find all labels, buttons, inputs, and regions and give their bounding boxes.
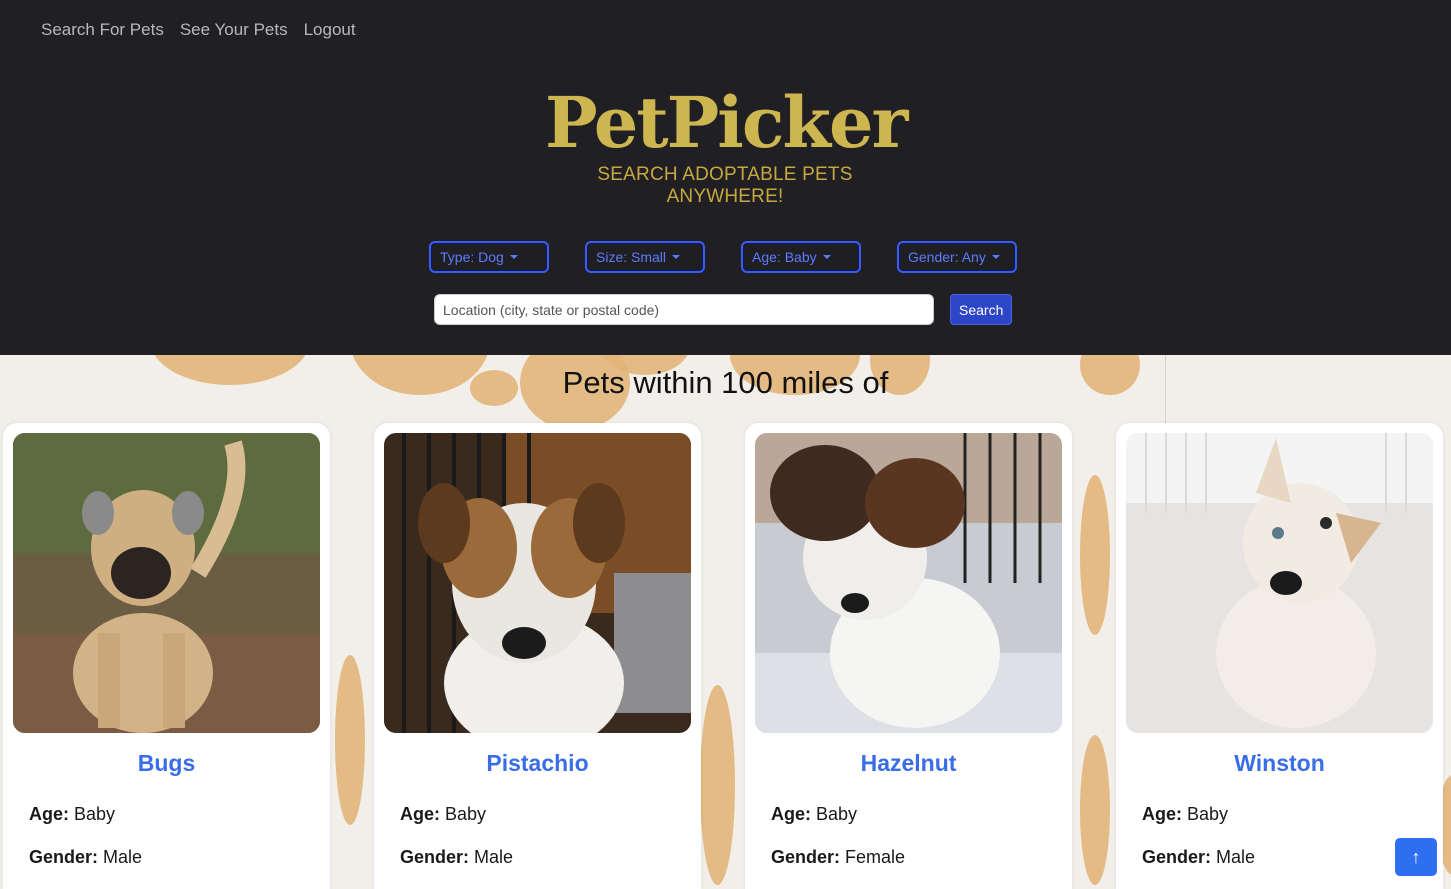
pet-card[interactable]: Hazelnut Age: Baby Gender: Female [745,423,1072,889]
logo-tagline: SEARCH ADOPTABLE PETS ANYWHERE! [597,164,853,207]
type-filter-label: Type: Dog [440,249,504,265]
pet-name-link[interactable]: Winston [1126,750,1433,777]
pet-info: Age: Baby Gender: Male [29,804,320,868]
age-label: Age: [1142,804,1182,824]
size-filter-label: Size: Small [596,249,667,265]
results-title: Pets within 100 miles of [562,365,889,400]
type-filter-dropdown[interactable]: Type: Dog [429,241,549,273]
caret-down-icon [822,255,831,259]
pet-age-value: Baby [445,804,487,824]
pet-name-link[interactable]: Pistachio [384,750,691,777]
nav-search-for-pets[interactable]: Search For Pets [41,20,164,40]
age-label: Age: [29,804,69,824]
search-button[interactable]: Search [950,294,1013,325]
pet-gender-value: Male [474,847,514,867]
gender-label: Gender: [771,847,841,867]
paw-print-decoration [335,655,365,825]
scroll-to-top-button[interactable]: ↑ [1395,838,1437,876]
nav-see-your-pets[interactable]: See Your Pets [180,20,288,40]
pet-name-link[interactable]: Bugs [13,750,320,777]
pet-card[interactable]: Winston Age: Baby Gender: Male [1116,423,1443,889]
paw-print-decoration [1080,475,1110,635]
nav-logout[interactable]: Logout [304,20,356,40]
filter-bar: Type: Dog Size: Small Age: Baby Gender: … [429,241,1017,273]
caret-down-icon [509,255,518,259]
pet-age-value: Baby [1187,804,1229,824]
pet-age-value: Baby [816,804,858,824]
gender-label: Gender: [400,847,470,867]
location-search-input[interactable] [434,294,934,325]
pet-gender-row: Gender: Male [29,847,320,868]
search-row: Search [434,294,1013,325]
petpicker-logo: PetPicker SEARCH ADOPTABLE PETS ANYWHERE… [545,78,908,208]
site-header: Search For Pets See Your Pets Logout Pet… [0,0,1451,355]
pet-photo[interactable] [13,433,320,733]
gender-filter-label: Gender: Any [908,249,986,265]
pet-gender-row: Gender: Female [771,847,1062,868]
age-label: Age: [771,804,811,824]
paw-print-decoration [700,685,735,885]
pet-age-row: Age: Baby [400,804,691,825]
pet-gender-value: Male [1216,847,1256,867]
caret-down-icon [991,255,1000,259]
caret-down-icon [672,255,681,259]
top-nav: Search For Pets See Your Pets Logout [41,20,356,40]
gender-label: Gender: [1142,847,1212,867]
results-section: Pets within 100 miles of Bugs Age: Baby … [0,355,1451,889]
pet-info: Age: Baby Gender: Female [771,804,1062,868]
pet-age-row: Age: Baby [1142,804,1433,825]
pet-name-link[interactable]: Hazelnut [755,750,1062,777]
pet-age-row: Age: Baby [29,804,320,825]
pet-age-value: Baby [74,804,116,824]
gender-label: Gender: [29,847,99,867]
logo-title: PetPicker [545,81,908,164]
pet-gender-value: Female [845,847,906,867]
arrow-up-icon: ↑ [1411,846,1421,867]
pet-gender-row: Gender: Male [400,847,691,868]
pet-photo[interactable] [1126,433,1433,733]
age-filter-dropdown[interactable]: Age: Baby [741,241,861,273]
pet-info: Age: Baby Gender: Male [1142,804,1433,868]
age-label: Age: [400,804,440,824]
pet-card[interactable]: Bugs Age: Baby Gender: Male [3,423,330,889]
pet-photo[interactable] [384,433,691,733]
size-filter-dropdown[interactable]: Size: Small [585,241,705,273]
gender-filter-dropdown[interactable]: Gender: Any [897,241,1017,273]
pet-photo[interactable] [755,433,1062,733]
pet-gender-value: Male [103,847,143,867]
paw-print-decoration [1080,735,1110,885]
pet-info: Age: Baby Gender: Male [400,804,691,868]
pet-age-row: Age: Baby [771,804,1062,825]
age-filter-label: Age: Baby [752,249,817,265]
pet-card[interactable]: Pistachio Age: Baby Gender: Male [374,423,701,889]
pet-gender-row: Gender: Male [1142,847,1433,868]
